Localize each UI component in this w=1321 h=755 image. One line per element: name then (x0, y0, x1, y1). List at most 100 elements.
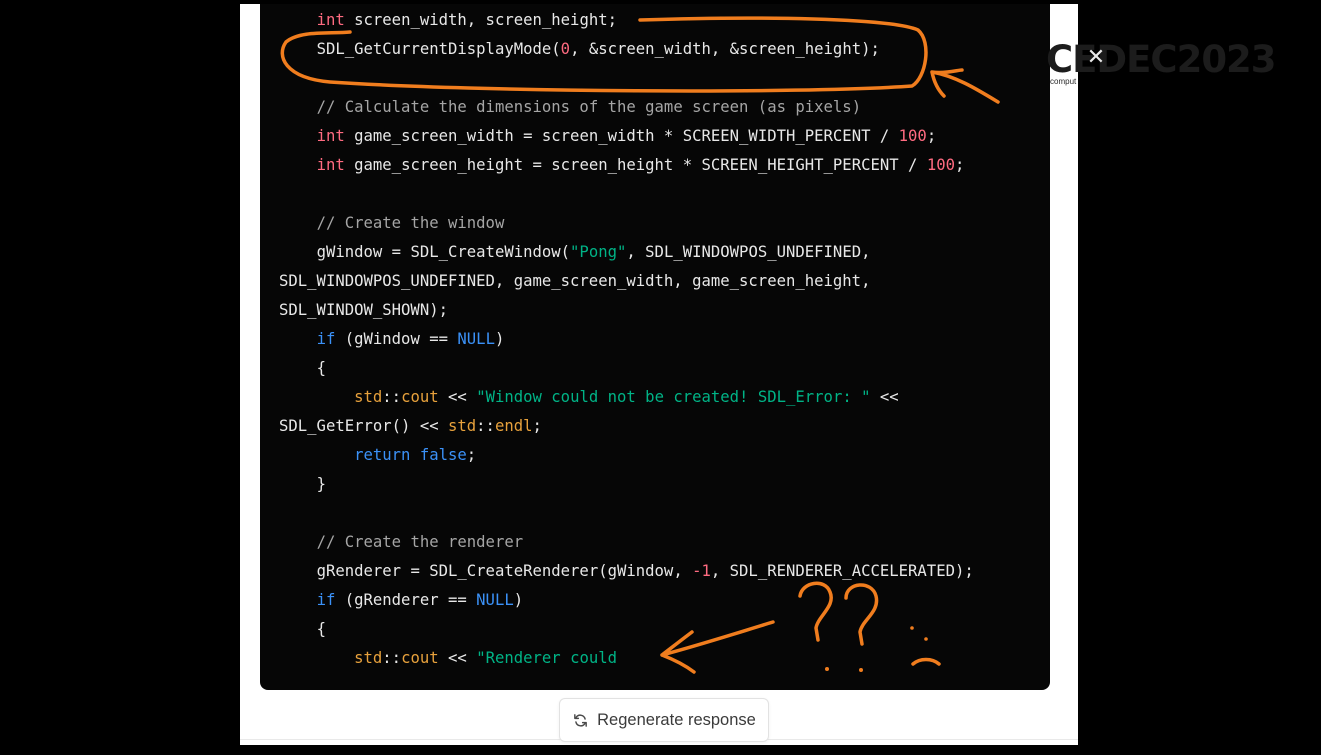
code-token: << (438, 388, 477, 406)
code-token: // Calculate the dimensions of the game … (316, 98, 862, 116)
code-token: SDL_GetCurrentDisplayMode( (316, 40, 561, 58)
regenerate-response-button[interactable]: Regenerate response (559, 698, 769, 742)
code-token: ; (926, 127, 937, 145)
code-token: :: (382, 649, 402, 667)
code-token: , SDL_RENDERER_ACCELERATED); (710, 562, 974, 580)
code-token: gRenderer = SDL_CreateRenderer(gWindow, (316, 562, 693, 580)
code-line: SDL_WINDOW_SHOWN); (279, 296, 448, 325)
code-token: ) (513, 591, 524, 609)
code-token: 100 (926, 156, 955, 174)
code-token: << (870, 388, 899, 406)
code-token: << (438, 649, 477, 667)
code-line: gRenderer = SDL_CreateRenderer(gWindow, … (279, 557, 974, 586)
code-line: int game_screen_height = screen_height *… (279, 151, 965, 180)
code-line: return false; (279, 441, 476, 470)
code-token: if (316, 330, 336, 348)
code-block: int screen_width, screen_height; SDL_Get… (260, 4, 1050, 690)
code-token: ) (494, 330, 505, 348)
regenerate-response-label: Regenerate response (597, 710, 756, 729)
code-line: if (gWindow == NULL) (279, 325, 505, 354)
code-line: SDL_GetError() << std::endl; (279, 412, 542, 441)
code-token: false (419, 446, 467, 464)
code-token: "Window could not be created! SDL_Error:… (476, 388, 871, 406)
code-line: // Calculate the dimensions of the game … (279, 93, 862, 122)
code-token: int (316, 127, 345, 145)
code-line: gWindow = SDL_CreateWindow("Pong", SDL_W… (279, 238, 871, 267)
code-token: (gWindow == (335, 330, 458, 348)
refresh-icon (574, 713, 588, 727)
event-logo-text: CEDEC2023 (1046, 38, 1277, 81)
close-icon[interactable]: ✕ (1084, 46, 1108, 70)
event-logo: CEDEC2023 comput (1046, 37, 1277, 89)
code-line: int screen_width, screen_height; (279, 6, 617, 35)
code-token: int (316, 156, 345, 174)
code-token: gWindow = SDL_CreateWindow( (316, 243, 571, 261)
code-token: if (316, 591, 336, 609)
code-line: // Create the window (279, 209, 505, 238)
code-line: } (279, 470, 326, 499)
code-line: { (279, 615, 326, 644)
code-token: "Pong" (570, 243, 627, 261)
code-token: :: (382, 388, 402, 406)
code-token: std (354, 388, 383, 406)
code-token: endl (494, 417, 533, 435)
code-line: SDL_WINDOWPOS_UNDEFINED, game_screen_wid… (279, 267, 870, 296)
chat-panel: int screen_width, screen_height; SDL_Get… (240, 4, 1078, 745)
code-token: ; (532, 417, 542, 435)
code-token: ; (466, 446, 477, 464)
code-token: return (354, 446, 411, 464)
code-token: } (316, 475, 326, 493)
code-line: std::cout << "Renderer could (279, 644, 617, 673)
code-token: , SDL_WINDOWPOS_UNDEFINED, (626, 243, 871, 261)
code-token: NULL (476, 591, 514, 609)
code-line: { (279, 354, 326, 383)
code-token: // Create the renderer (316, 533, 524, 551)
code-token: std (448, 417, 477, 435)
code-line: // Create the renderer (279, 528, 524, 557)
code-token: :: (476, 417, 495, 435)
code-token: screen_width, screen_height; (344, 11, 617, 29)
code-token: { (316, 359, 326, 377)
code-token: SDL_WINDOW_SHOWN); (279, 301, 448, 319)
code-line: int game_screen_width = screen_width * S… (279, 122, 937, 151)
code-token: SDL_GetError() << (279, 417, 448, 435)
code-token: std (354, 649, 383, 667)
code-token: 0 (560, 40, 571, 58)
code-token: NULL (457, 330, 495, 348)
video-frame: int screen_width, screen_height; SDL_Get… (0, 0, 1321, 755)
code-token: , &screen_width, &screen_height); (570, 40, 880, 58)
code-token: SDL_WINDOWPOS_UNDEFINED, game_screen_wid… (279, 272, 871, 290)
code-token: game_screen_height = screen_height * SCR… (344, 156, 927, 174)
code-token: // Create the window (316, 214, 505, 232)
code-token: game_screen_width = screen_width * SCREE… (344, 127, 899, 145)
event-logo-subtext: comput (1050, 77, 1077, 86)
code-token: cout (401, 388, 439, 406)
code-token: 100 (898, 127, 927, 145)
code-token: cout (401, 649, 439, 667)
code-token: { (316, 620, 326, 638)
code-token: int (316, 11, 345, 29)
code-token: "Renderer could (476, 649, 618, 667)
code-token: -1 (692, 562, 711, 580)
code-token: ; (954, 156, 965, 174)
code-line: std::cout << "Window could not be create… (279, 383, 899, 412)
code-line: if (gRenderer == NULL) (279, 586, 524, 615)
